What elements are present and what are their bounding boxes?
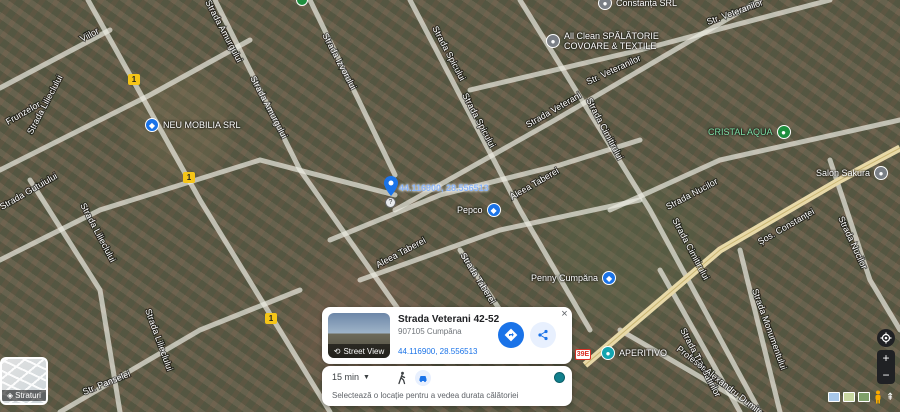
- poi-label: COVOARE & TEXTILE: [564, 41, 657, 51]
- route-badge: 1: [128, 74, 140, 85]
- poi-label: Constanța SRL: [616, 0, 678, 8]
- poi-label: APERITIVO: [619, 348, 668, 358]
- road-label: Strada Gutuiului: [0, 171, 59, 212]
- road-number-badge: 39E: [575, 349, 591, 360]
- road-label: Strada Monumentului: [750, 287, 789, 371]
- travel-toggle[interactable]: [554, 372, 565, 383]
- travel-time-select[interactable]: 15 min ▼: [332, 372, 370, 382]
- directions-button[interactable]: [498, 322, 524, 348]
- shopping-bag-icon: ◆: [145, 118, 159, 132]
- bottom-toolbar: ⇞: [828, 388, 894, 406]
- travel-hint: Selectează o locație pentru a vedea dura…: [332, 391, 519, 400]
- road-label: Strada Taberei: [458, 251, 497, 306]
- layers-label: Straturi: [15, 391, 41, 400]
- place-coords-link[interactable]: 44.116900, 28.556513: [398, 347, 477, 356]
- driving-mode-button[interactable]: [415, 370, 431, 386]
- expand-up-icon[interactable]: ⇞: [886, 392, 894, 403]
- poi-label: NEU MOBILIA SRL: [163, 120, 241, 130]
- poi-label: Penny Cumpăna: [531, 273, 599, 283]
- directions-icon: [504, 328, 518, 342]
- place-info-card: ⟲ Street View Strada Veterani 42-52 9071…: [322, 307, 572, 364]
- close-button[interactable]: ×: [559, 309, 570, 320]
- poi-neu-mobilia[interactable]: ◆ NEU MOBILIA SRL: [145, 118, 241, 132]
- shopping-bag-icon: ◆: [486, 203, 501, 217]
- place-title: Strada Veterani 42-52: [398, 314, 500, 325]
- layers-button[interactable]: ◈ Straturi: [0, 357, 48, 405]
- share-button[interactable]: [530, 322, 556, 348]
- poi-penny-cumpana[interactable]: Penny Cumpăna ◆: [531, 271, 617, 285]
- poi-all-clean[interactable]: ● All Clean SPĂLĂTORIE COVOARE & TEXTILE: [546, 31, 659, 51]
- place-subtitle: 907105 Cumpăna: [398, 327, 462, 336]
- shop-pin-icon: ●: [776, 125, 791, 139]
- dropdown-caret-icon: ▼: [363, 373, 370, 381]
- poi-aperitivo[interactable]: ● APERITIVO: [601, 346, 667, 360]
- street-view-icon: ⟲: [333, 346, 341, 356]
- poi-label: Pepco: [457, 205, 483, 215]
- poi-constanta-srl[interactable]: ● Constanța SRL: [598, 0, 677, 10]
- street-view-label: Street View: [343, 346, 385, 356]
- my-location-button[interactable]: [877, 329, 895, 347]
- road-gutuiului: [0, 157, 398, 263]
- road-label: Strada Spicului: [460, 91, 497, 149]
- map-pin-icon: [384, 176, 398, 196]
- walking-icon[interactable]: [395, 371, 409, 385]
- route-badge: 1: [183, 172, 195, 183]
- route-badge: 1: [265, 313, 277, 324]
- location-pin-icon: ●: [874, 166, 889, 180]
- road-label: Strada Amurgului: [248, 74, 289, 140]
- map-type-thumb[interactable]: [828, 392, 840, 402]
- zoom-out-button[interactable]: −: [877, 367, 895, 384]
- travel-time-value: 15 min: [332, 372, 360, 382]
- dropped-pin-coords: 44.116900, 28.556513: [399, 183, 489, 193]
- poi-salon-sakura[interactable]: Salon Sakura ●: [816, 166, 889, 180]
- crosshair-icon: [880, 332, 892, 344]
- travel-time-panel: 15 min ▼ Selectează o locație pentru a v…: [322, 366, 572, 406]
- location-pin-icon: ●: [546, 34, 560, 48]
- poi-label: CRISTAL AQUA: [708, 127, 773, 137]
- pegman-icon[interactable]: [873, 390, 883, 404]
- car-icon: [419, 376, 427, 383]
- store-pin-icon: ●: [598, 0, 612, 10]
- layers-icon: ◈: [7, 391, 14, 400]
- shopping-cart-icon: ◆: [602, 271, 617, 285]
- poi-label: All Clean SPĂLĂTORIE: [564, 31, 659, 41]
- poi-label: Salon Sakura: [816, 168, 871, 178]
- road-nucilor-east: [827, 157, 900, 333]
- zoom-control: + −: [877, 350, 895, 384]
- road-label: Str. Panselei: [81, 369, 132, 397]
- share-icon: [538, 329, 548, 341]
- poi-pepco[interactable]: Pepco ◆: [457, 203, 501, 217]
- pin-base-icon: ?: [385, 197, 396, 208]
- zoom-in-button[interactable]: +: [877, 350, 895, 367]
- street-view-thumbnail[interactable]: ⟲ Street View: [328, 313, 390, 358]
- terrain-thumb[interactable]: [843, 392, 855, 402]
- road-label: Strada Izvorului: [320, 31, 358, 91]
- poi-cristal-aqua[interactable]: CRISTAL AQUA ●: [708, 125, 791, 139]
- road-amurgului: [212, 0, 423, 343]
- satellite-thumb[interactable]: [858, 392, 870, 402]
- store-pin-icon: ●: [601, 346, 615, 360]
